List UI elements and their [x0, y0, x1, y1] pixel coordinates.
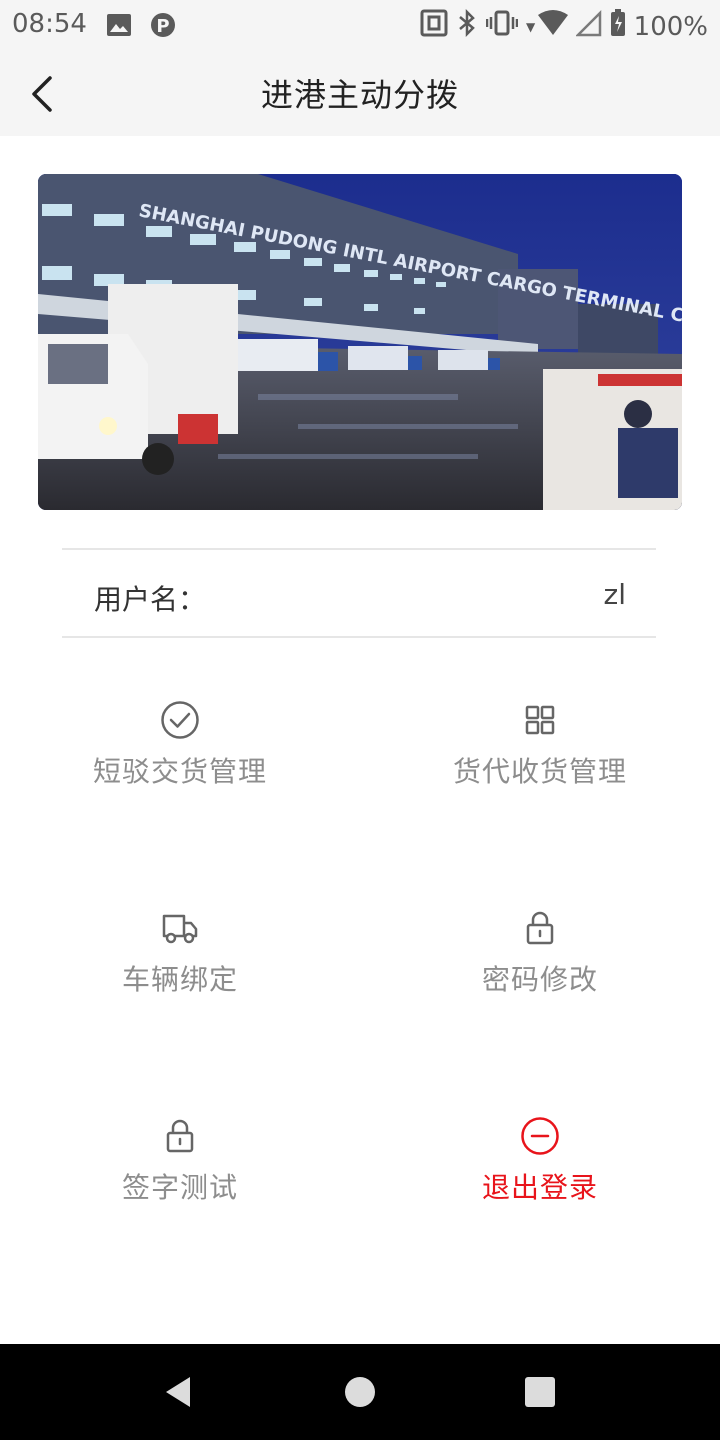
parking-icon: P [150, 12, 176, 45]
svg-text:▼: ▼ [526, 20, 536, 34]
menu-label: 密码修改 [481, 963, 598, 996]
svg-text:P: P [156, 16, 169, 37]
image-icon [106, 12, 132, 45]
home-circle-icon[interactable] [342, 1374, 378, 1410]
menu-short-haul-delivery[interactable]: 短驳交货管理 [0, 700, 360, 820]
lock-icon [160, 1116, 200, 1156]
menu-label: 退出登录 [481, 1171, 598, 1204]
username-label: 用户名： [94, 583, 207, 616]
page-title: 进港主动分拨 [260, 76, 459, 114]
username-value: zl [603, 578, 626, 611]
minus-circle-icon [520, 1116, 560, 1156]
username-row: 用户名： zl [62, 548, 656, 638]
back-triangle-icon[interactable] [160, 1374, 196, 1410]
menu-label: 短驳交货管理 [92, 755, 267, 788]
system-nav-bar [0, 1344, 720, 1440]
menu-change-password[interactable]: 密码修改 [360, 908, 720, 1028]
lock-icon [520, 908, 560, 948]
back-arrow-icon[interactable] [24, 72, 64, 116]
grid-icon [520, 700, 560, 740]
app-bar: 进港主动分拨 [0, 50, 720, 136]
status-time: 08:54 [12, 9, 87, 39]
status-bar: 08:54 P ▼ 100% [0, 0, 720, 50]
menu-vehicle-binding[interactable]: 车辆绑定 [0, 908, 360, 1028]
nfc-icon [420, 9, 448, 44]
check-circle-icon [160, 700, 200, 740]
menu-forwarder-receiving[interactable]: 货代收货管理 [360, 700, 720, 820]
menu-label: 货代收货管理 [452, 755, 627, 788]
menu-signature-test[interactable]: 签字测试 [0, 1116, 360, 1236]
recents-square-icon[interactable] [522, 1374, 558, 1410]
menu-label: 签字测试 [121, 1171, 238, 1204]
battery-percent: 100% [633, 11, 708, 42]
menu-label: 车辆绑定 [121, 963, 238, 996]
signal-icon [574, 9, 602, 44]
bluetooth-icon [456, 8, 478, 44]
logout-button[interactable]: 退出登录 [360, 1116, 720, 1236]
banner-image: SHANGHAI PUDONG INTL AIRPORT CARGO TERMI… [38, 174, 682, 510]
vibrate-icon [485, 9, 518, 44]
truck-icon [160, 908, 200, 948]
battery-icon [610, 9, 626, 44]
wifi-icon: ▼ [526, 9, 568, 44]
